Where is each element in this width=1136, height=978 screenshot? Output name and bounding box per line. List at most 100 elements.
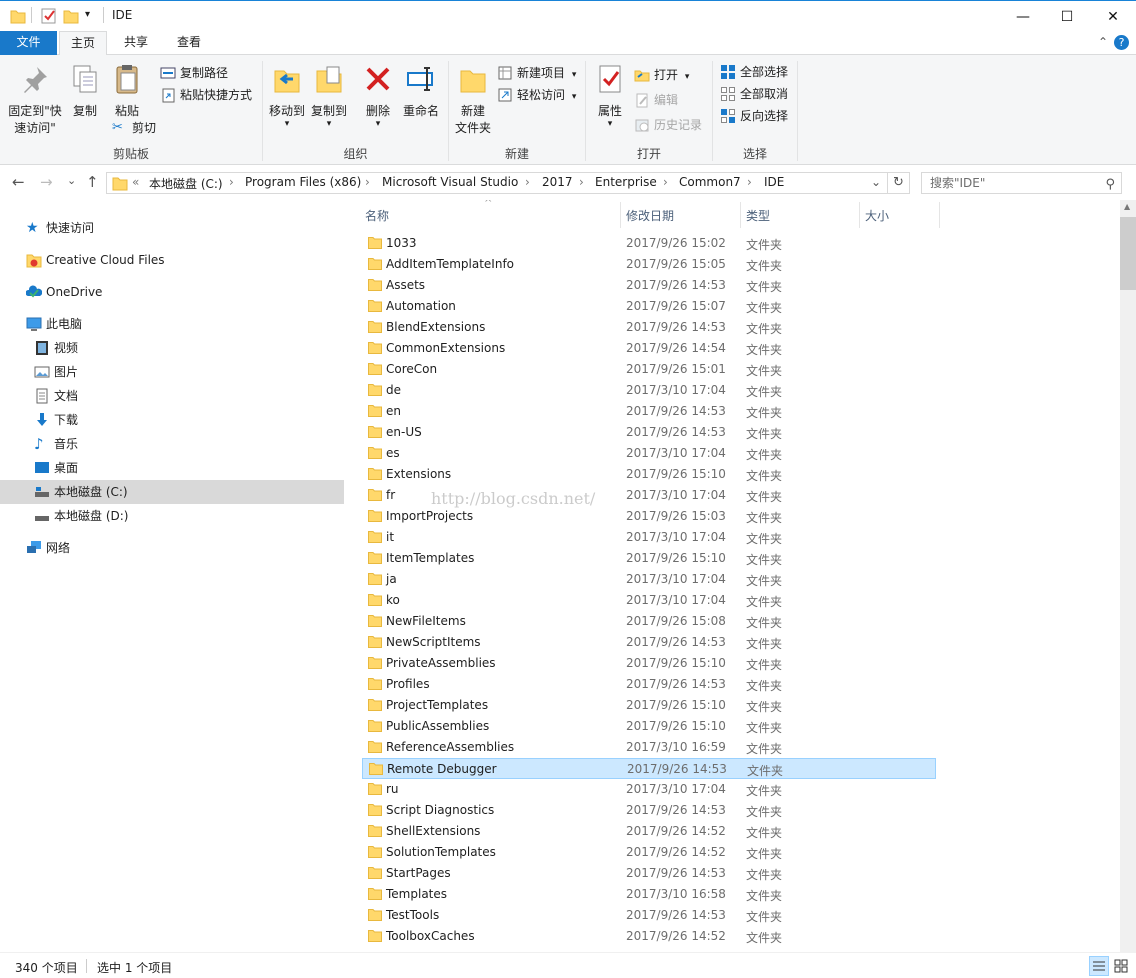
file-row[interactable]: Automation 2017/9/26 15:07 文件夹 (362, 296, 936, 317)
column-divider[interactable] (620, 202, 621, 228)
refresh-button[interactable]: ↻ (888, 172, 910, 194)
copy-button[interactable]: 复制 (68, 63, 102, 120)
breadcrumb-separator[interactable]: › (579, 175, 584, 189)
file-row[interactable]: CommonExtensions 2017/9/26 14:54 文件夹 (362, 338, 936, 359)
breadcrumb-drive-c[interactable]: 本地磁盘 (C:) (149, 175, 223, 192)
delete-button[interactable]: 删除 ▾ (362, 63, 394, 129)
nav-network[interactable]: 网络 (27, 536, 70, 560)
column-header-type[interactable]: 类型 (746, 207, 770, 224)
search-input[interactable]: 搜索"IDE" ⚲ (921, 172, 1122, 194)
file-row[interactable]: StartPages 2017/9/26 14:53 文件夹 (362, 863, 936, 884)
nav-quick-access[interactable]: ★ 快速访问 (26, 216, 94, 240)
history-button[interactable]: 历史记录 (634, 115, 702, 135)
forward-button[interactable]: → (40, 173, 53, 191)
column-divider[interactable] (859, 202, 860, 228)
file-row[interactable]: Script Diagnostics 2017/9/26 14:53 文件夹 (362, 800, 936, 821)
breadcrumb-separator[interactable]: › (663, 175, 668, 189)
properties-button[interactable]: 属性 ▾ (592, 63, 628, 129)
minimize-button[interactable]: — (1000, 1, 1046, 32)
address-bar[interactable]: « 本地磁盘 (C:) › Program Files (x86) › Micr… (106, 172, 888, 194)
new-folder-button[interactable]: 新建 文件夹 (452, 63, 494, 137)
recent-locations-button[interactable]: ⌄ (67, 174, 76, 187)
file-row[interactable]: ko 2017/3/10 17:04 文件夹 (362, 590, 936, 611)
breadcrumb-separator[interactable]: › (747, 175, 752, 189)
properties-quick-icon[interactable] (40, 7, 58, 25)
column-header-date[interactable]: 修改日期 (626, 207, 674, 224)
nav-creative-cloud[interactable]: Creative Cloud Files (26, 248, 165, 272)
breadcrumb-visual-studio[interactable]: Microsoft Visual Studio (382, 175, 518, 189)
edit-button[interactable]: 编辑 (634, 90, 678, 110)
tab-share[interactable]: 共享 (112, 31, 160, 55)
breadcrumb-2017[interactable]: 2017 (542, 175, 573, 189)
file-row[interactable]: ShellExtensions 2017/9/26 14:52 文件夹 (362, 821, 936, 842)
file-row[interactable]: 1033 2017/9/26 15:02 文件夹 (362, 233, 936, 254)
file-row[interactable]: ru 2017/3/10 17:04 文件夹 (362, 779, 936, 800)
column-header-name[interactable]: 名称 (365, 207, 389, 224)
nav-drive-d[interactable]: 本地磁盘 (D:) (35, 504, 128, 528)
paste-button[interactable]: 粘贴 (108, 63, 146, 120)
breadcrumb-separator[interactable]: › (525, 175, 530, 189)
vertical-scrollbar[interactable]: ▲ (1120, 200, 1136, 952)
new-folder-quick-icon[interactable] (63, 7, 79, 25)
file-row[interactable]: en-US 2017/9/26 14:53 文件夹 (362, 422, 936, 443)
file-row[interactable]: ReferenceAssemblies 2017/3/10 16:59 文件夹 (362, 737, 936, 758)
new-item-button[interactable]: 新建项目 ▾ (497, 63, 576, 83)
file-row[interactable]: PublicAssemblies 2017/9/26 15:10 文件夹 (362, 716, 936, 737)
breadcrumb-common7[interactable]: Common7 (679, 175, 741, 189)
cut-button[interactable]: ✂ 剪切 (112, 118, 156, 138)
file-row[interactable]: CoreCon 2017/9/26 15:01 文件夹 (362, 359, 936, 380)
file-row[interactable]: en 2017/9/26 14:53 文件夹 (362, 401, 936, 422)
tab-file[interactable]: 文件 (0, 31, 57, 55)
open-button[interactable]: 打开 ▾ (634, 65, 689, 85)
tab-home[interactable]: 主页 (59, 31, 107, 56)
scroll-up-arrow-icon[interactable]: ▲ (1124, 202, 1130, 211)
column-header-size[interactable]: 大小 (865, 207, 889, 224)
close-button[interactable]: ✕ (1090, 1, 1136, 32)
ribbon-collapse-icon[interactable]: ⌃ (1098, 35, 1108, 49)
nav-onedrive[interactable]: OneDrive (26, 280, 102, 304)
nav-pictures[interactable]: 图片 (34, 360, 78, 384)
file-row[interactable]: ImportProjects 2017/9/26 15:03 文件夹 (362, 506, 936, 527)
nav-desktop[interactable]: 桌面 (35, 456, 78, 480)
rename-button[interactable]: 重命名 (400, 63, 442, 120)
customize-quick-access-icon[interactable]: ▾ (85, 9, 90, 27)
column-divider[interactable] (740, 202, 741, 228)
file-row[interactable]: de 2017/3/10 17:04 文件夹 (362, 380, 936, 401)
address-dropdown-icon[interactable]: ⌄ (871, 175, 881, 189)
column-divider[interactable] (939, 202, 940, 228)
file-row[interactable]: NewFileItems 2017/9/26 15:08 文件夹 (362, 611, 936, 632)
file-row[interactable]: es 2017/3/10 17:04 文件夹 (362, 443, 936, 464)
copy-path-button[interactable]: 复制路径 (160, 63, 228, 83)
nav-videos[interactable]: 视频 (36, 336, 78, 360)
file-row[interactable]: BlendExtensions 2017/9/26 14:53 文件夹 (362, 317, 936, 338)
address-overflow[interactable]: « (132, 175, 139, 189)
file-row[interactable]: Templates 2017/3/10 16:58 文件夹 (362, 884, 936, 905)
up-button[interactable]: ↑ (86, 173, 99, 191)
details-view-button[interactable] (1089, 956, 1109, 976)
invert-selection-button[interactable]: 反向选择 (720, 106, 788, 126)
file-row[interactable]: ItemTemplates 2017/9/26 15:10 文件夹 (362, 548, 936, 569)
file-row[interactable]: SolutionTemplates 2017/9/26 14:52 文件夹 (362, 842, 936, 863)
pin-quick-access-button[interactable]: 固定到"快 速访问" (6, 63, 64, 137)
back-button[interactable]: ← (12, 173, 25, 191)
breadcrumb-program-files[interactable]: Program Files (x86) (245, 175, 361, 189)
file-row[interactable]: ja 2017/3/10 17:04 文件夹 (362, 569, 936, 590)
file-row[interactable]: ToolboxCaches 2017/9/26 14:52 文件夹 (362, 926, 936, 947)
file-row[interactable]: Remote Debugger 2017/9/26 14:53 文件夹 (362, 758, 936, 779)
nav-documents[interactable]: 文档 (36, 384, 78, 408)
file-row[interactable]: Profiles 2017/9/26 14:53 文件夹 (362, 674, 936, 695)
large-icons-view-button[interactable] (1111, 956, 1131, 976)
paste-shortcut-button[interactable]: 粘贴快捷方式 (160, 85, 252, 105)
scrollbar-thumb[interactable] (1120, 217, 1136, 290)
breadcrumb-ide[interactable]: IDE (764, 175, 784, 189)
file-row[interactable]: TestTools 2017/9/26 14:53 文件夹 (362, 905, 936, 926)
file-row[interactable]: AddItemTemplateInfo 2017/9/26 15:05 文件夹 (362, 254, 936, 275)
file-row[interactable]: NewScriptItems 2017/9/26 14:53 文件夹 (362, 632, 936, 653)
select-none-button[interactable]: 全部取消 (720, 84, 788, 104)
file-row[interactable]: ProjectTemplates 2017/9/26 15:10 文件夹 (362, 695, 936, 716)
file-row[interactable]: it 2017/3/10 17:04 文件夹 (362, 527, 936, 548)
maximize-button[interactable]: ☐ (1044, 1, 1090, 32)
nav-drive-c[interactable]: 本地磁盘 (C:) (35, 480, 128, 504)
move-to-button[interactable]: 移动到 ▾ (266, 63, 308, 129)
nav-music[interactable]: ♪ 音乐 (34, 432, 78, 456)
